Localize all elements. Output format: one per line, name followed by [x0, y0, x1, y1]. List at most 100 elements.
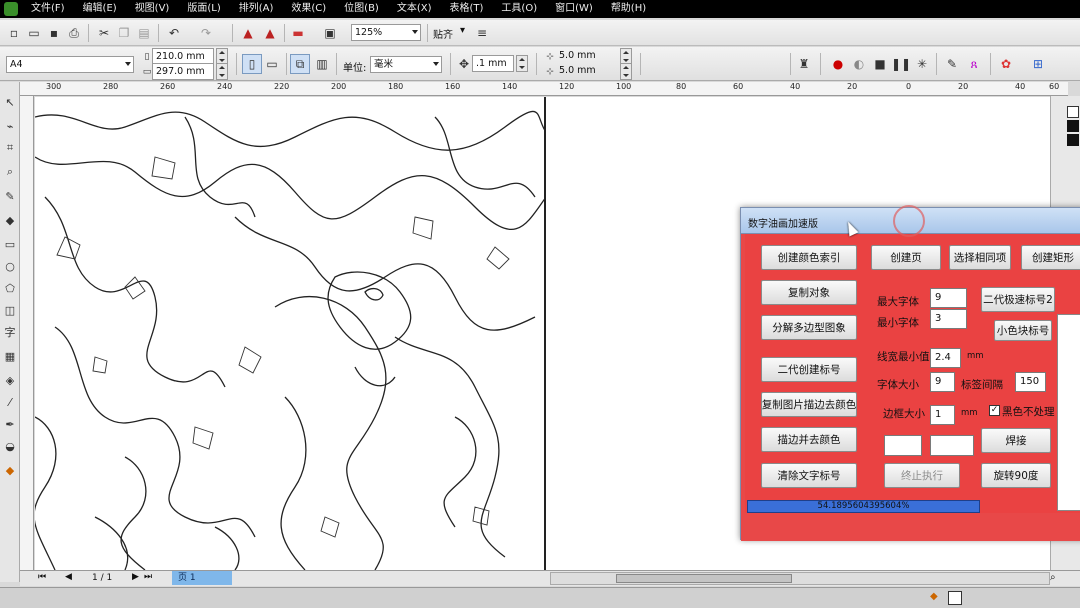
drawing-page[interactable]	[35, 97, 546, 570]
menu-arrange[interactable]: 排列(A)	[230, 0, 283, 18]
landscape-icon[interactable]: ▭	[264, 56, 280, 72]
chevron-down-icon[interactable]: ▾	[460, 25, 465, 36]
page-size-combo[interactable]: A4	[6, 56, 134, 73]
first-page-icon[interactable]: ⏮	[38, 572, 46, 582]
stop-icon[interactable]: ■	[872, 56, 888, 72]
polygon-tool-icon[interactable]: ⬠	[2, 280, 18, 296]
rectangle-tool-icon[interactable]: ▭	[2, 236, 18, 252]
options-icon[interactable]: ≡	[474, 25, 490, 41]
black-swatch[interactable]	[1067, 120, 1079, 132]
interactive-fill-tool-icon[interactable]: ◆	[2, 462, 18, 478]
smart-fill-tool-icon[interactable]: ◆	[2, 212, 18, 228]
blank-input-2[interactable]	[930, 435, 974, 456]
new-document-icon[interactable]: ▫	[6, 25, 22, 41]
text-tool-icon[interactable]: 字	[2, 324, 18, 340]
blank-input-1[interactable]	[884, 435, 922, 456]
basic-shapes-tool-icon[interactable]: ◫	[2, 302, 18, 318]
import-icon[interactable]: ▲	[240, 25, 256, 41]
open-folder-icon[interactable]: ▭	[26, 25, 42, 41]
menu-table[interactable]: 表格(T)	[441, 0, 493, 18]
crop-tool-icon[interactable]: ⌗	[2, 140, 18, 156]
cut-icon[interactable]: ✂	[96, 25, 112, 41]
weld-button[interactable]: 焊接	[981, 428, 1051, 453]
freehand-tool-icon[interactable]: ✎	[2, 188, 18, 204]
sparkle-icon[interactable]: ✳	[914, 56, 930, 72]
no-color-swatch[interactable]	[1067, 106, 1079, 118]
menu-bitmaps[interactable]: 位图(B)	[335, 0, 388, 18]
blend-tool-icon[interactable]: ◈	[2, 372, 18, 388]
paste-icon[interactable]: ▤	[136, 25, 152, 41]
duplicate-y-spinner[interactable]	[620, 63, 632, 80]
macro-tool-icon[interactable]: ♜	[796, 56, 812, 72]
select-same-button[interactable]: 选择相同项	[949, 245, 1011, 270]
dialog-list-box[interactable]	[1057, 314, 1080, 511]
label-gap-input[interactable]: 150	[1015, 372, 1046, 392]
rotate-90-button[interactable]: 旋转90度	[981, 463, 1051, 488]
snap-to-label[interactable]: 贴齐	[433, 26, 453, 41]
export-icon[interactable]: ▲	[262, 25, 278, 41]
application-launcher-icon[interactable]: ▬	[290, 25, 306, 41]
dropper-icon[interactable]: ✎	[944, 56, 960, 72]
pick-tool-icon[interactable]: ↖	[2, 94, 18, 110]
border-size-input[interactable]: 1	[930, 405, 955, 425]
page-tab[interactable]: 页 1	[172, 571, 232, 585]
gen2-create-label-button[interactable]: 二代创建标号	[761, 357, 857, 382]
menu-tools[interactable]: 工具(O)	[492, 0, 546, 18]
nudge-distance-spinner[interactable]	[516, 55, 528, 72]
circle-icon[interactable]: ◐	[851, 56, 867, 72]
horizontal-scrollbar[interactable]	[550, 572, 1050, 585]
min-font-input[interactable]: 3	[930, 309, 967, 329]
page-height-field[interactable]: 297.0 mm	[152, 63, 214, 80]
copy-icon[interactable]: ❐	[116, 25, 132, 41]
zoom-tool-icon[interactable]: ⌕	[2, 164, 18, 180]
table-tool-icon[interactable]: ▦	[2, 348, 18, 364]
menu-layout[interactable]: 版面(L)	[178, 0, 229, 18]
black-skip-checkbox[interactable]: ✓	[989, 405, 1000, 416]
create-color-index-button[interactable]: 创建颜色索引	[761, 245, 857, 270]
redo-icon[interactable]: ↷	[198, 25, 214, 41]
outline-tool-icon[interactable]: ✒	[2, 416, 18, 432]
menu-edit[interactable]: 编辑(E)	[74, 0, 126, 18]
gen2-fast-label-button[interactable]: 二代极速标号2	[981, 287, 1055, 312]
menu-text[interactable]: 文本(X)	[388, 0, 441, 18]
add-icon[interactable]: ⊞	[1030, 56, 1046, 72]
create-rectangle-button[interactable]: 创建矩形	[1021, 245, 1080, 270]
small-color-label-button[interactable]: 小色块标号	[994, 320, 1052, 341]
copy-trace-color-button[interactable]: 复制图片描边去颜色	[761, 392, 857, 417]
shape-tool-icon[interactable]: ⌁	[2, 118, 18, 134]
zoom-level-combo[interactable]: 125%	[351, 24, 421, 41]
save-icon[interactable]: ▪	[46, 25, 62, 41]
ellipse-tool-icon[interactable]: ○	[2, 258, 18, 274]
undo-icon[interactable]: ↶	[166, 25, 182, 41]
menu-window[interactable]: 窗口(W)	[546, 0, 602, 18]
print-icon[interactable]: ⎙	[66, 25, 82, 41]
record-icon[interactable]: ●	[830, 56, 846, 72]
min-line-input[interactable]: 2.4	[930, 348, 961, 368]
pause-icon[interactable]: ❚❚	[891, 56, 911, 72]
menu-view[interactable]: 视图(V)	[126, 0, 179, 18]
menu-effects[interactable]: 效果(C)	[282, 0, 335, 18]
black-swatch[interactable]	[1067, 134, 1079, 146]
trace-remove-color-button[interactable]: 描边并去颜色	[761, 427, 857, 452]
menu-help[interactable]: 帮助(H)	[602, 0, 655, 18]
create-page-button[interactable]: 创建页	[871, 245, 941, 270]
units-combo[interactable]: 毫米	[370, 56, 442, 73]
eyedropper-tool-icon[interactable]: ⁄	[2, 394, 18, 410]
duplicate-y-field[interactable]: 5.0 mm	[556, 63, 618, 80]
welcome-screen-icon[interactable]: ▣	[322, 25, 338, 41]
next-page-icon[interactable]: ▶	[132, 572, 139, 582]
font-size-input[interactable]: 9	[930, 372, 955, 392]
stop-execution-button[interactable]: 终止执行	[884, 463, 960, 488]
zoom-icon[interactable]: ⌕	[1050, 572, 1056, 583]
scrollbar-thumb[interactable]	[616, 574, 792, 583]
page-height-spinner[interactable]	[216, 63, 228, 80]
menu-file[interactable]: 文件(F)	[22, 0, 74, 18]
prev-page-icon[interactable]: ◀	[65, 572, 72, 582]
fill-tool-icon[interactable]: ◒	[2, 438, 18, 454]
copy-object-button[interactable]: 复制对象	[761, 280, 857, 305]
color-palette-icon[interactable]: ✿	[998, 56, 1014, 72]
plugin-icon[interactable]: ጸ	[966, 56, 982, 72]
max-font-input[interactable]: 9	[930, 288, 967, 308]
split-polygon-button[interactable]: 分解多边型图象	[761, 315, 857, 340]
nudge-distance-field[interactable]: .1 mm	[472, 55, 514, 72]
